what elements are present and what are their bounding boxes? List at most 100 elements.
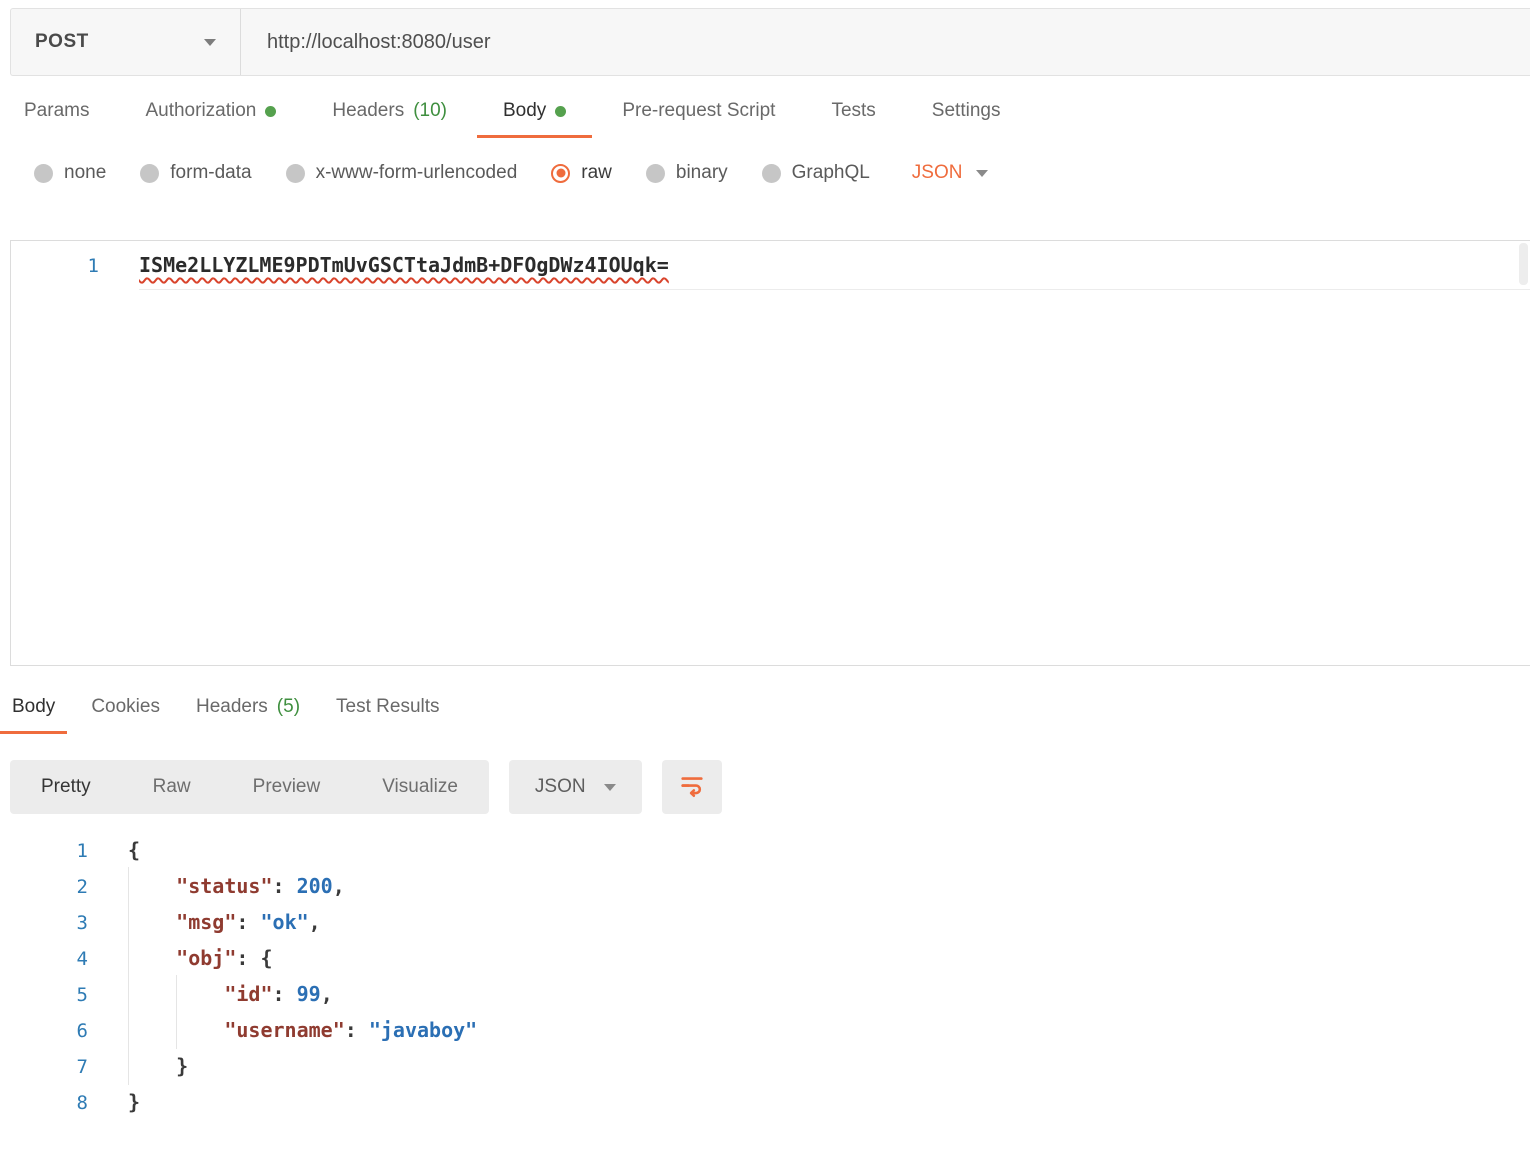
wrap-text-button[interactable] (662, 760, 722, 814)
language-dropdown[interactable]: JSON (912, 162, 989, 184)
body-mode-x-www-form-urlencoded[interactable]: x-www-form-urlencoded (286, 162, 518, 184)
code-line: 8} (0, 1090, 1530, 1126)
tab-label: Authorization (145, 100, 256, 122)
line-number: 3 (0, 912, 88, 934)
code-line-text: "msg": "ok", (128, 910, 321, 934)
tab-cookies[interactable]: Cookies (91, 696, 160, 734)
code-line: 6 "username": "javaboy" (0, 1018, 1530, 1054)
line-number: 7 (0, 1056, 88, 1078)
view-preview-button[interactable]: Preview (222, 760, 352, 814)
url-text: http://localhost:8080/user (267, 31, 490, 54)
tab-headers[interactable]: Headers(5) (196, 696, 300, 734)
tab-body[interactable]: Body (0, 696, 67, 734)
code-token: : (273, 874, 297, 898)
tab-authorization[interactable]: Authorization (145, 100, 276, 138)
code-line: 7 } (0, 1054, 1530, 1090)
line-number: 5 (0, 984, 88, 1006)
code-token: : (273, 982, 297, 1006)
response-toolbar: Pretty Raw Preview Visualize JSON (10, 760, 1530, 814)
response-body-code: 1{2 "status": 200,3 "msg": "ok",4 "obj":… (0, 838, 1530, 1126)
tab-pre-request-script[interactable]: Pre-request Script (622, 100, 775, 138)
code-line: 5 "id": 99, (0, 982, 1530, 1018)
url-input[interactable]: http://localhost:8080/user (241, 9, 1530, 75)
body-mode-form-data[interactable]: form-data (140, 162, 251, 184)
tab-label: Headers (332, 100, 404, 122)
code-token: { (260, 946, 272, 970)
code-line: 4 "obj": { (0, 946, 1530, 982)
view-button-label: Raw (153, 776, 191, 798)
radio-dot (556, 169, 565, 178)
view-pretty-button[interactable]: Pretty (10, 760, 122, 814)
line-number: 8 (0, 1092, 88, 1114)
radio-icon (762, 164, 781, 183)
tab-headers[interactable]: Headers(10) (332, 100, 447, 138)
tab-label: Pre-request Script (622, 100, 775, 122)
body-mode-options: none form-data x-www-form-urlencoded raw bin… (0, 162, 1530, 184)
code-token (128, 1054, 176, 1078)
chevron-down-icon (204, 39, 216, 46)
body-mode-binary[interactable]: binary (646, 162, 728, 184)
body-mode-raw[interactable]: raw (551, 162, 612, 184)
editor-line-text: ISMe2LLYZLME9PDTmUvGSCTtaJdmB+DFOgDWz4IO… (139, 253, 669, 277)
tab-label: Body (12, 696, 55, 718)
active-line-rule (139, 289, 1530, 290)
code-token: , (309, 910, 321, 934)
editor-line: 1 ISMe2LLYZLME9PDTmUvGSCTtaJdmB+DFOgDWz4… (11, 253, 1530, 287)
radio-icon (286, 164, 305, 183)
line-number: 1 (11, 255, 99, 277)
indent-guide (128, 975, 129, 1013)
line-number: 6 (0, 1020, 88, 1042)
radio-icon (140, 164, 159, 183)
response-format-label: JSON (535, 776, 586, 798)
tab-label: Tests (831, 100, 875, 122)
response-view-switcher: Pretty Raw Preview Visualize (10, 760, 489, 814)
tab-settings[interactable]: Settings (932, 100, 1001, 138)
code-line-text: "id": 99, (128, 982, 333, 1006)
code-token: "obj" (176, 946, 236, 970)
status-dot-icon (265, 106, 276, 117)
response-tabs: Body Cookies Headers(5) Test Results (0, 696, 1530, 734)
response-format-dropdown[interactable]: JSON (509, 760, 642, 814)
body-mode-label: none (64, 162, 106, 184)
tab-test-results[interactable]: Test Results (336, 696, 439, 734)
code-line: 3 "msg": "ok", (0, 910, 1530, 946)
chevron-down-icon (604, 784, 616, 791)
tab-tests[interactable]: Tests (831, 100, 875, 138)
tab-body[interactable]: Body (477, 100, 592, 138)
body-mode-label: GraphQL (792, 162, 870, 184)
body-mode-graphql[interactable]: GraphQL (762, 162, 870, 184)
method-dropdown[interactable]: POST (11, 9, 241, 75)
code-line-text: "obj": { (128, 946, 273, 970)
code-token: , (333, 874, 345, 898)
body-mode-label: raw (581, 162, 612, 184)
code-line-text: { (128, 838, 140, 862)
editor-scrollbar[interactable] (1519, 243, 1528, 285)
code-token: 200 (297, 874, 333, 898)
code-line-text: "status": 200, (128, 874, 345, 898)
code-token (128, 946, 176, 970)
code-token: : (236, 910, 260, 934)
method-label: POST (35, 31, 89, 53)
chevron-down-icon (976, 170, 988, 177)
view-button-label: Pretty (41, 776, 91, 798)
code-token: } (176, 1054, 188, 1078)
indent-guide (128, 939, 129, 977)
tab-label: Settings (932, 100, 1001, 122)
tab-params[interactable]: Params (24, 100, 89, 138)
code-token (128, 874, 176, 898)
radio-selected-icon (551, 164, 570, 183)
code-token: } (128, 1090, 140, 1114)
view-button-label: Preview (253, 776, 321, 798)
view-raw-button[interactable]: Raw (122, 760, 222, 814)
tab-count-badge: (5) (277, 696, 300, 718)
wrap-text-icon (678, 771, 706, 804)
request-tabs: Params Authorization Headers(10) Body Pre-re… (0, 100, 1530, 138)
code-line-text: "username": "javaboy" (128, 1018, 477, 1042)
view-visualize-button[interactable]: Visualize (351, 760, 489, 814)
radio-icon (34, 164, 53, 183)
code-token: "username" (224, 1018, 344, 1042)
body-mode-none[interactable]: none (34, 162, 106, 184)
code-token: 99 (297, 982, 321, 1006)
code-token: "ok" (260, 910, 308, 934)
request-body-editor[interactable]: 1 ISMe2LLYZLME9PDTmUvGSCTtaJdmB+DFOgDWz4… (10, 240, 1530, 666)
